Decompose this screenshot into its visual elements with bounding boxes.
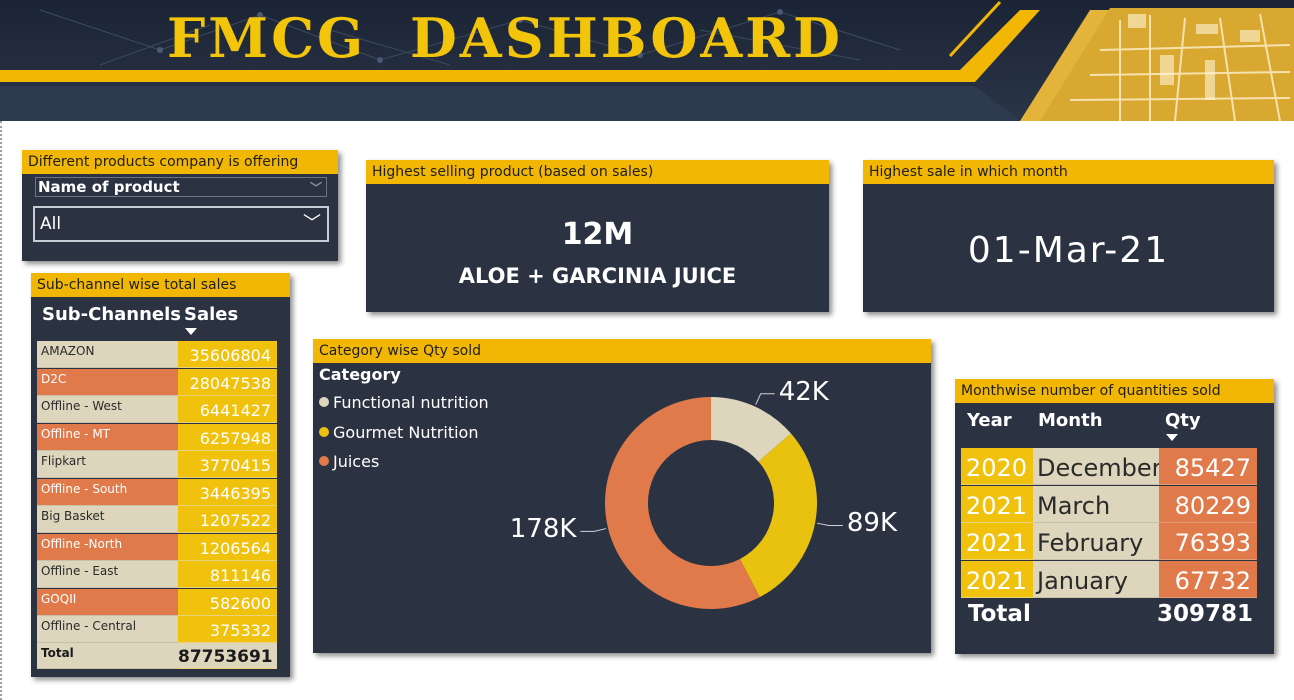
month-cell: February	[1033, 523, 1159, 560]
table-row[interactable]: Big Basket 1207522	[37, 506, 277, 533]
subchannel-name: D2C	[37, 368, 178, 396]
leader-line	[817, 522, 843, 526]
highest-selling-product-card: Highest selling product (based on sales)…	[366, 160, 829, 312]
product-slicer-header: Different products company is offering	[22, 150, 338, 174]
leader-line	[580, 528, 607, 532]
subchannel-sales: 1207522	[178, 506, 277, 533]
subchannel-name: Flipkart	[37, 451, 178, 478]
table-row[interactable]: Offline - MT 6257948	[37, 423, 277, 451]
table-row[interactable]: 2021 January 67732	[961, 560, 1257, 598]
table-row[interactable]: AMAZON 35606804	[37, 341, 277, 368]
dashboard-title: FMCG DASHBOARD	[166, 6, 844, 70]
table-row[interactable]: Offline - East 811146	[37, 561, 277, 588]
dashboard-page: FMCG DASHBOARD Different products compan…	[0, 0, 1294, 700]
subchannel-name: Offline - Central	[37, 616, 178, 643]
subchannel-sales: 35606804	[178, 341, 277, 368]
subchannel-total-row: Total 87753691	[37, 643, 277, 669]
chevron-down-icon[interactable]: ﹀	[303, 208, 321, 240]
donut-data-label: 89K	[846, 508, 898, 539]
leader-line	[755, 393, 775, 405]
subchannel-name: Big Basket	[37, 506, 178, 533]
subchannel-name: GOQII	[37, 588, 178, 616]
subchannel-sales: 582600	[178, 588, 277, 616]
header-banner: FMCG DASHBOARD	[0, 0, 1294, 121]
total-value: 87753691	[178, 643, 277, 669]
subchannel-sales: 811146	[178, 561, 277, 588]
slicer-field-text: Name of product	[38, 178, 180, 196]
subchannel-sales-header: Sub-channel wise total sales	[31, 273, 290, 297]
chevron-down-icon: ﹀	[309, 181, 322, 195]
year-cell: 2020	[961, 448, 1033, 485]
table-row[interactable]: Offline - West 6441427	[37, 396, 277, 423]
year-cell: 2021	[961, 523, 1033, 560]
subchannel-name: Offline - South	[37, 478, 178, 506]
year-cell: 2021	[961, 485, 1033, 523]
subchannel-name: Offline -North	[37, 533, 178, 561]
table-row[interactable]: Flipkart 3770415	[37, 451, 277, 478]
slicer-selected-value: All	[40, 214, 62, 234]
sort-desc-icon	[185, 328, 197, 335]
column-header-qty[interactable]: Qty	[1165, 410, 1201, 431]
table-row[interactable]: 2020 December 85427	[961, 448, 1257, 485]
sort-desc-icon	[1166, 434, 1178, 441]
column-header-year[interactable]: Year	[967, 410, 1012, 431]
page-edge-divider	[0, 121, 3, 700]
qty-cell: 76393	[1159, 523, 1257, 560]
product-slicer-field-label[interactable]: Name of product ﹀	[35, 177, 327, 197]
table-row[interactable]: 2021 February 76393	[961, 523, 1257, 560]
qty-cell: 80229	[1159, 485, 1257, 523]
column-header-sales[interactable]: Sales	[184, 304, 238, 325]
monthwise-total-value: 309781	[1156, 601, 1253, 627]
subchannel-sales: 28047538	[178, 368, 277, 396]
subchannel-name: Offline - East	[37, 561, 178, 588]
subchannel-sales: 1206564	[178, 533, 277, 561]
highest-selling-product-header: Highest selling product (based on sales)	[366, 160, 829, 184]
qty-cell: 67732	[1159, 560, 1257, 598]
month-cell: December	[1033, 448, 1161, 485]
subchannel-sales: 3446395	[178, 478, 277, 506]
table-row[interactable]: GOQII 582600	[37, 588, 277, 616]
column-header-subchannels[interactable]: Sub-Channels	[42, 304, 181, 325]
table-row[interactable]: D2C 28047538	[37, 368, 277, 396]
month-cell: January	[1033, 560, 1159, 598]
highest-sale-month-value: 01-Mar-21	[967, 230, 1170, 271]
highest-selling-product-name: ALOE + GARCINIA JUICE	[458, 264, 737, 288]
subchannel-sales: 6257948	[178, 423, 277, 451]
highest-sale-month-card: Highest sale in which month 01-Mar-21	[863, 160, 1274, 312]
product-slicer-card: Different products company is offering N…	[22, 150, 338, 261]
qty-cell: 85427	[1159, 448, 1257, 485]
table-row[interactable]: 2021 March 80229	[961, 485, 1257, 523]
table-row[interactable]: Offline - Central 375332	[37, 616, 277, 643]
table-row[interactable]: Offline - South 3446395	[37, 478, 277, 506]
product-slicer-dropdown[interactable]: All ﹀	[33, 206, 329, 242]
table-row[interactable]: Offline -North 1206564	[37, 533, 277, 561]
category-qty-card: Category wise Qty sold Category Function…	[313, 339, 931, 653]
monthwise-qty-header: Monthwise number of quantities sold	[955, 379, 1274, 403]
donut-data-label: 42K	[778, 376, 829, 407]
subchannel-sales: 3770415	[178, 451, 277, 478]
donut-slice[interactable]	[739, 433, 817, 598]
column-header-month[interactable]: Month	[1038, 410, 1103, 431]
highest-sale-month-header: Highest sale in which month	[863, 160, 1274, 184]
monthwise-total-label: Total	[968, 601, 1031, 627]
total-label: Total	[37, 643, 178, 669]
subchannel-name: Offline - MT	[37, 423, 178, 451]
subchannel-sales-card: Sub-channel wise total sales Sub-Channel…	[31, 273, 290, 677]
highest-selling-product-value: 12M	[561, 217, 634, 252]
subchannel-name: AMAZON	[37, 341, 178, 368]
monthwise-qty-card: Monthwise number of quantities sold Year…	[955, 379, 1274, 654]
donut-data-label: 178K	[509, 514, 577, 545]
subchannel-sales: 375332	[178, 616, 277, 643]
subchannel-sales: 6441427	[178, 396, 277, 423]
subchannel-name: Offline - West	[37, 396, 178, 423]
month-cell: March	[1033, 485, 1159, 523]
year-cell: 2021	[961, 560, 1033, 598]
category-donut-chart	[580, 393, 843, 609]
